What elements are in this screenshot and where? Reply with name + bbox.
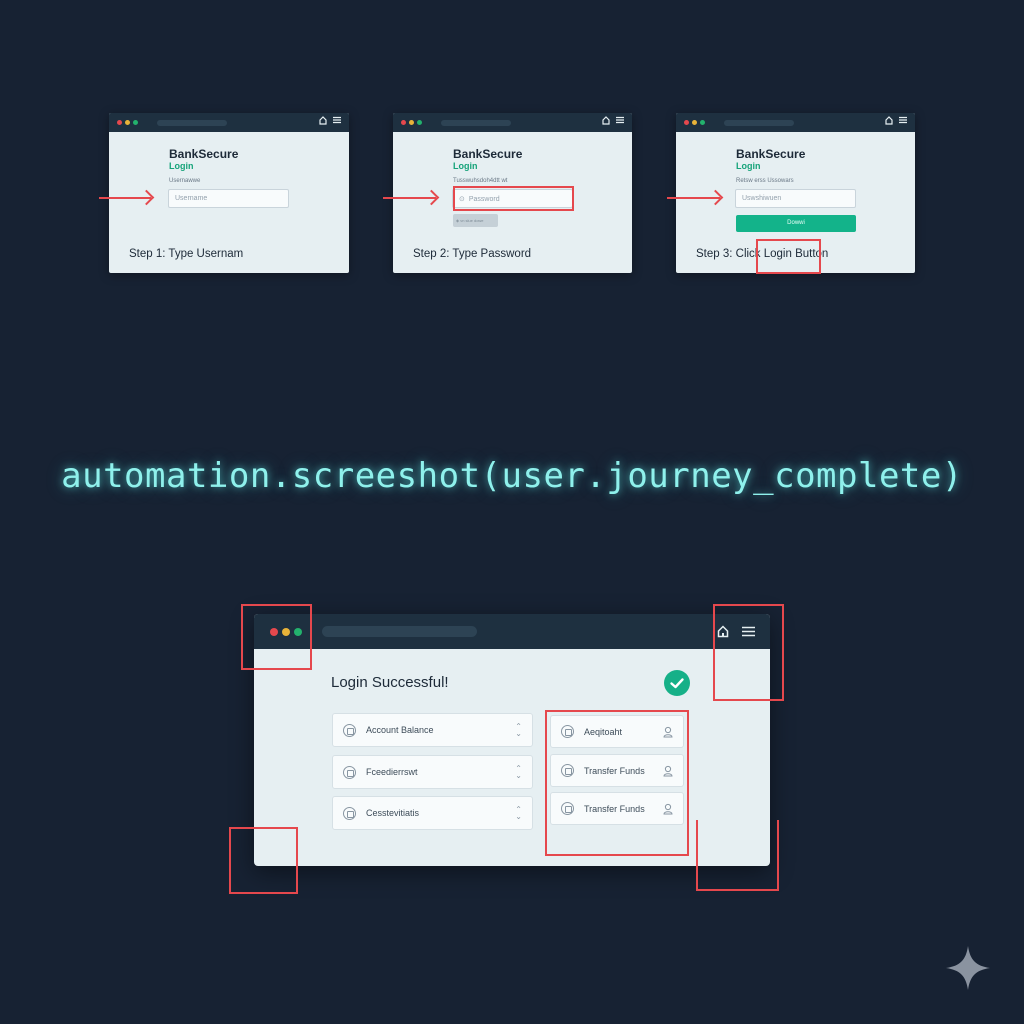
card-label: Fceedierrswt	[366, 767, 418, 777]
right-column-highlight-box	[545, 710, 689, 856]
toolbar-icons-highlight-box	[713, 604, 784, 701]
menu-icon[interactable]	[899, 116, 907, 124]
checkmark-icon	[664, 670, 690, 696]
step1-arrow	[99, 197, 151, 199]
dashboard-window: Login Successful! Account Balance ⌃ ⌄ Fce…	[254, 614, 770, 866]
show-password-toggle[interactable]: ◈ vn slue dowe	[453, 214, 498, 227]
close-dot[interactable]	[684, 120, 689, 125]
brand-name: BankSecure	[736, 147, 806, 161]
home-icon[interactable]	[319, 116, 327, 125]
address-bar[interactable]	[724, 119, 794, 126]
close-dot[interactable]	[117, 120, 122, 125]
login-heading: Login	[169, 161, 194, 171]
step3-arrow	[667, 197, 720, 199]
menu-icon[interactable]	[333, 116, 341, 124]
card-icon	[343, 765, 356, 779]
step1-caption: Step 1: Type Usernam	[129, 248, 244, 260]
maximize-dot[interactable]	[417, 120, 422, 125]
close-dot[interactable]	[401, 120, 406, 125]
menu-icon[interactable]	[616, 116, 624, 124]
account-balance-card[interactable]: Account Balance ⌃ ⌄	[332, 713, 533, 747]
list-item[interactable]: Cesstevitiatis ⌃ ⌄	[332, 796, 533, 830]
address-bar[interactable]	[322, 626, 477, 637]
step2-caption: Step 2: Type Password	[413, 248, 532, 260]
sort-chevron-icon[interactable]: ⌃ ⌄	[515, 723, 522, 738]
minimize-dot[interactable]	[125, 120, 130, 125]
success-title: Login Successful!	[331, 674, 449, 691]
dashboard-titlebar	[254, 614, 770, 649]
list-item[interactable]: Fceedierrswt ⌃ ⌄	[332, 755, 533, 789]
sparkle-icon	[946, 946, 990, 990]
maximize-dot[interactable]	[700, 120, 705, 125]
login-button[interactable]: Dowwi	[736, 215, 856, 232]
address-bar[interactable]	[157, 119, 227, 126]
bottom-right-highlight-box	[696, 820, 779, 891]
login-heading: Login	[736, 161, 761, 171]
username-placeholder: Username	[175, 195, 208, 202]
step2-arrow	[383, 197, 436, 199]
home-icon[interactable]	[602, 116, 610, 125]
home-icon[interactable]	[885, 116, 893, 125]
bottom-left-highlight-box	[229, 827, 298, 894]
username-placeholder: Uswshiwuen	[742, 195, 782, 202]
username-label: Retsw erss Ussowars	[736, 178, 794, 184]
card-icon	[343, 723, 356, 737]
login-button-highlight-box	[756, 239, 821, 274]
step2-titlebar	[393, 113, 632, 132]
login-heading: Login	[453, 161, 478, 171]
brand-name: BankSecure	[169, 147, 239, 161]
card-label: Cesstevitiatis	[366, 808, 420, 818]
minimize-dot[interactable]	[409, 120, 414, 125]
window-controls-highlight-box	[241, 604, 312, 670]
username-label: Usernawwe	[169, 178, 201, 184]
maximize-dot[interactable]	[133, 120, 138, 125]
step1-titlebar	[109, 113, 349, 132]
username-input[interactable]: Uswshiwuen	[735, 189, 856, 208]
sort-chevron-icon[interactable]: ⌃ ⌄	[515, 806, 522, 821]
username-input[interactable]: Username	[168, 189, 289, 208]
brand-name: BankSecure	[453, 147, 523, 161]
code-line: automation.screeshot(user.journey_comple…	[61, 456, 963, 496]
minimize-dot[interactable]	[692, 120, 697, 125]
step3-titlebar	[676, 113, 915, 132]
card-label: Account Balance	[366, 725, 434, 735]
address-bar[interactable]	[441, 119, 511, 126]
card-icon	[343, 806, 356, 820]
password-highlight-box	[453, 186, 574, 211]
sort-chevron-icon[interactable]: ⌃ ⌄	[515, 765, 522, 780]
password-label: Tusswuhsdoh4dtt wt	[453, 178, 508, 184]
